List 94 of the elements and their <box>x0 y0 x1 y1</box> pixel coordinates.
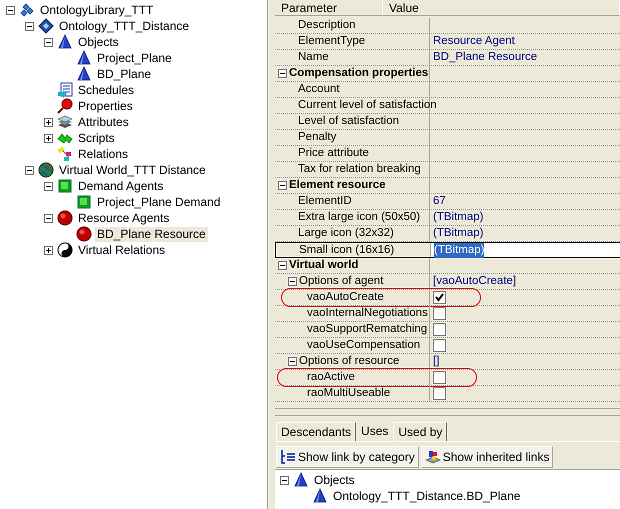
tab[interactable]: Descendants <box>276 422 356 441</box>
property-label: ElementID <box>298 194 352 209</box>
tree-item[interactable]: Scripts <box>76 130 117 146</box>
category-label: Compensation properties <box>289 66 428 81</box>
layers-icon <box>57 114 73 130</box>
toolbar-button[interactable]: Show link by category <box>276 446 419 468</box>
tree-item[interactable]: Schedules <box>76 82 136 98</box>
collapse-toggle[interactable] <box>44 38 53 46</box>
collapse-toggle[interactable] <box>288 357 297 366</box>
property-label: vaoUseCompensation <box>307 338 420 353</box>
property-label: Options of agent <box>299 274 384 289</box>
sphere-icon <box>76 226 92 242</box>
property-label: Account <box>298 82 340 97</box>
square-icon <box>76 194 92 210</box>
property-value: [vaoAutoCreate] <box>433 274 516 289</box>
expand-toggle[interactable] <box>44 134 53 142</box>
collapse-toggle[interactable] <box>25 22 34 30</box>
diamond-icon <box>38 18 54 34</box>
property-value: [] <box>433 354 440 369</box>
property-label: Extra large icon (50x50) <box>298 210 420 225</box>
checkbox[interactable] <box>433 339 446 352</box>
property-value: Resource Agent <box>433 34 515 49</box>
tree-item[interactable]: BD_Plane Resource <box>95 226 208 242</box>
collapse-toggle[interactable] <box>280 476 289 484</box>
collapse-toggle[interactable] <box>278 69 287 78</box>
diamonds-icon <box>19 2 35 18</box>
cone-icon <box>76 50 92 66</box>
tree-item[interactable]: Ontology_TTT_Distance.BD_Plane <box>331 488 522 504</box>
collapse-toggle[interactable] <box>25 166 34 174</box>
checkbox[interactable] <box>433 291 446 304</box>
globe-icon <box>38 162 54 178</box>
tree-item[interactable]: Relations <box>76 146 130 162</box>
property-label: Penalty <box>298 130 336 145</box>
property-label: vaoInternalNegotiations <box>307 306 428 321</box>
property-label: Level of satisfaction <box>298 114 400 129</box>
property-label: Price attribute <box>298 146 369 161</box>
property-label: Large icon (32x32) <box>298 226 394 241</box>
property-value: 67 <box>433 194 446 209</box>
square-icon <box>57 178 73 194</box>
collapse-toggle[interactable] <box>288 277 297 286</box>
column-header[interactable]: Parameter <box>275 0 383 16</box>
expand-toggle[interactable] <box>44 118 53 126</box>
relations-icon <box>57 146 73 162</box>
tree-item[interactable]: Attributes <box>76 114 131 130</box>
property-value: (TBitmap) <box>433 226 484 241</box>
category-label: Element resource <box>289 178 386 193</box>
column-header[interactable]: Value <box>383 0 620 16</box>
tree-item[interactable]: BD_Plane <box>95 66 154 82</box>
stack-icon <box>424 449 441 465</box>
yin-yang-icon <box>57 242 73 258</box>
tab[interactable]: Used by <box>393 422 448 441</box>
magnifier-icon <box>57 98 73 114</box>
tree-item[interactable]: Objects <box>76 34 121 50</box>
tree-item[interactable]: Virtual Relations <box>76 242 168 258</box>
toolbar-button[interactable]: Show inherited links <box>420 446 554 468</box>
collapse-toggle[interactable] <box>44 214 53 222</box>
collapse-toggle[interactable] <box>44 182 53 190</box>
property-label: ElementType <box>298 34 366 49</box>
tree-item[interactable]: Resource Agents <box>76 210 172 226</box>
checkbox[interactable] <box>433 307 446 320</box>
tree-item[interactable]: Properties <box>76 98 135 114</box>
property-value: (TBitmap) <box>433 210 484 225</box>
checkbox[interactable] <box>433 387 446 400</box>
tree-item[interactable]: Objects <box>312 472 357 488</box>
property-label: Tax for relation breaking <box>298 162 421 177</box>
tree-item[interactable]: OntologyLibrary_TTT <box>38 2 156 18</box>
cone-icon <box>57 34 73 50</box>
property-label: raoMultiUseable <box>307 386 390 401</box>
property-label: Name <box>298 50 329 65</box>
collapse-toggle[interactable] <box>278 181 287 190</box>
expand-toggle[interactable] <box>44 246 53 254</box>
property-label: Options of resource <box>299 354 400 369</box>
tree-item[interactable]: Virtual World_TTT Distance <box>57 162 208 178</box>
tree-icon <box>280 449 296 465</box>
property-label: vaoAutoCreate <box>307 290 384 305</box>
property-label: Description <box>298 18 356 33</box>
property-value: BD_Plane Resource <box>433 50 538 65</box>
tree-item[interactable]: Ontology_TTT_Distance <box>57 18 192 34</box>
collapse-toggle[interactable] <box>278 261 287 270</box>
cone-icon <box>312 488 328 504</box>
cone-icon <box>76 66 92 82</box>
tree-item[interactable]: Demand Agents <box>76 178 166 194</box>
sphere-icon <box>57 210 73 226</box>
property-label: Current level of satisfaction <box>298 98 437 113</box>
category-label: Virtual world <box>289 258 358 273</box>
property-label: raoActive <box>307 370 355 385</box>
tree-item[interactable]: Project_Plane Demand <box>95 194 222 210</box>
property-label: vaoSupportRematching <box>307 322 428 337</box>
schedule-icon <box>57 82 73 98</box>
cone-icon <box>293 472 309 488</box>
collapse-toggle[interactable] <box>6 6 15 14</box>
tree-item[interactable]: Project_Plane <box>95 50 174 66</box>
checkbox[interactable] <box>433 323 446 336</box>
checkbox[interactable] <box>433 371 446 384</box>
